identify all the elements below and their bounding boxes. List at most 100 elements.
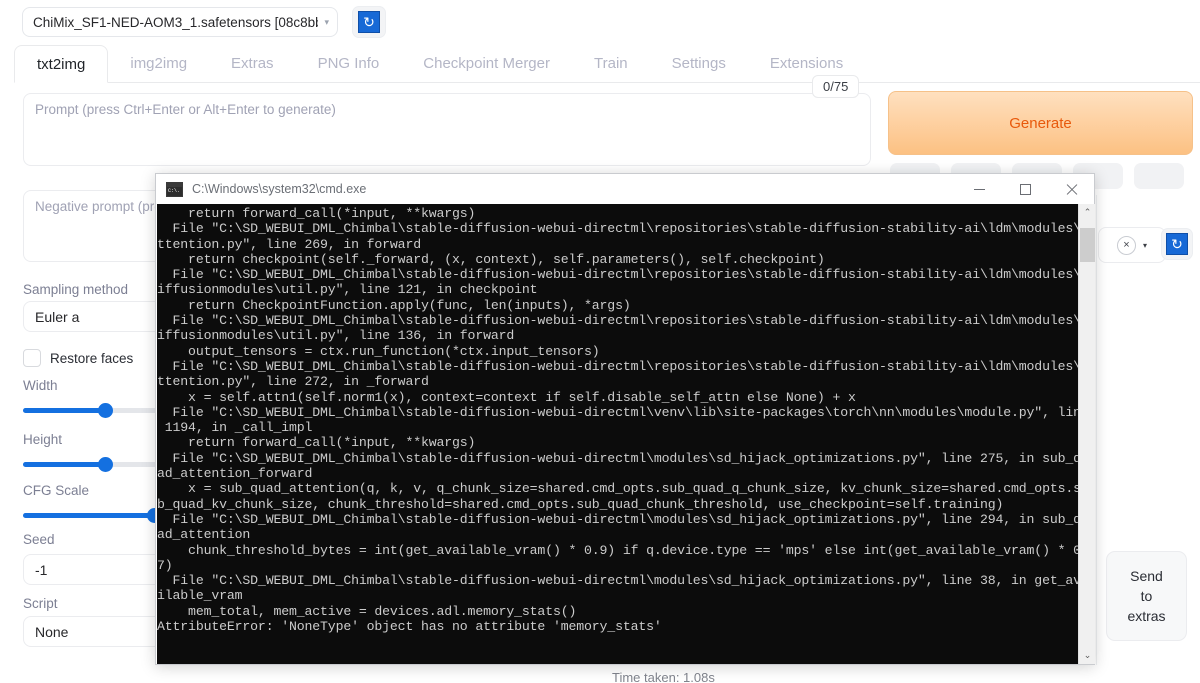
cfg-scale-label: CFG Scale: [23, 483, 90, 498]
restore-faces-label: Restore faces: [50, 350, 134, 366]
console-line: ad_attention: [157, 527, 251, 543]
cmd-window[interactable]: C:\. C:\Windows\system32\cmd.exe return …: [155, 173, 1095, 665]
console-line: output_tensors = ctx.run_function(*ctx.i…: [157, 343, 600, 359]
send-to-extras-button[interactable]: Send to extras: [1106, 551, 1187, 641]
console-line: File "C:\SD_WEBUI_DML_Chimbal\stable-dif…: [157, 313, 1078, 329]
console-line: return forward_call(*input, **kwargs): [157, 206, 476, 221]
console-line: mem_total, mem_active = devices.adl.memo…: [157, 603, 577, 619]
tab-png-info[interactable]: PNG Info: [296, 45, 402, 82]
cfg-slider-fill: [23, 513, 154, 518]
scroll-down-icon[interactable]: ⌄: [1079, 647, 1096, 664]
tab-txt2img[interactable]: txt2img: [14, 45, 109, 83]
width-slider-fill: [23, 408, 105, 413]
checkpoint-value: ChiMix_SF1-NED-AOM3_1.safetensors [08c8b…: [33, 14, 319, 30]
tab-extras[interactable]: Extras: [209, 45, 296, 82]
close-icon[interactable]: ×: [1116, 235, 1136, 255]
cmd-icon: C:\.: [166, 181, 183, 197]
restore-faces-checkbox[interactable]: [23, 349, 41, 367]
console-line: return CheckpointFunction.apply(func, le…: [157, 297, 631, 313]
console-line: ad_attention_forward: [157, 466, 313, 482]
console-line: File "C:\SD_WEBUI_DML_Chimbal\stable-dif…: [157, 573, 1078, 589]
token-counter: 0/75: [812, 75, 860, 98]
cmd-icon-body: C:\.: [167, 186, 182, 196]
window-buttons: [956, 174, 1094, 204]
app-root: ChiMix_SF1-NED-AOM3_1.safetensors [08c8b…: [0, 0, 1200, 683]
chevron-down-icon: ▾: [1142, 240, 1147, 250]
console-line: x = sub_quad_attention(q, k, v, q_chunk_…: [157, 481, 1078, 497]
model-selector-row: ChiMix_SF1-NED-AOM3_1.safetensors [08c8b…: [22, 6, 386, 38]
sampling-method-value: Euler a: [35, 308, 80, 325]
console-line: return forward_call(*input, **kwargs): [157, 435, 476, 451]
cmd-scrollbar[interactable]: ⌃ ⌄: [1078, 204, 1095, 664]
tab-label: Checkpoint Merger: [423, 55, 550, 72]
maximize-icon: [1019, 183, 1031, 195]
console-line: 1194, in _call_impl: [157, 420, 313, 436]
cmd-console-output[interactable]: return forward_call(*input, **kwargs) Fi…: [157, 204, 1078, 664]
script-value: None: [35, 623, 69, 640]
seed-label: Seed: [23, 532, 55, 547]
close-icon: [1065, 183, 1078, 196]
prompt-input[interactable]: Prompt (press Ctrl+Enter or Alt+Enter to…: [23, 93, 871, 166]
maximize-button[interactable]: [1002, 174, 1048, 204]
scroll-up-icon[interactable]: ⌃: [1079, 204, 1096, 221]
sampling-method-label: Sampling method: [23, 282, 129, 297]
minimize-icon: [973, 188, 985, 190]
right-panel-divider: [1096, 195, 1097, 665]
send-to-extras-line1: Send: [1130, 567, 1163, 584]
seed-value: -1: [35, 561, 48, 578]
restore-faces-row[interactable]: Restore faces: [23, 349, 133, 367]
refresh-checkpoints-button[interactable]: ↻: [352, 6, 386, 38]
tab-label: txt2img: [37, 55, 86, 73]
main-tabbar: txt2img img2img Extras PNG Info Checkpoi…: [14, 45, 1200, 83]
cmd-scrollbar-thumb[interactable]: [1080, 228, 1095, 262]
console-line: iffusionmodules\util.py", line 121, in c…: [157, 282, 538, 298]
tab-checkpoint-merger[interactable]: Checkpoint Merger: [401, 45, 572, 82]
height-slider-fill: [23, 462, 105, 467]
checkpoint-dropdown[interactable]: ChiMix_SF1-NED-AOM3_1.safetensors [08c8b…: [22, 7, 338, 37]
console-line: File "C:\SD_WEBUI_DML_Chimbal\stable-dif…: [157, 221, 1078, 237]
cmd-body: return forward_call(*input, **kwargs) Fi…: [157, 204, 1095, 664]
generate-label: Generate: [1009, 114, 1072, 132]
refresh-styles-button[interactable]: ↻: [1161, 228, 1193, 260]
console-line: File "C:\SD_WEBUI_DML_Chimbal\stable-dif…: [157, 511, 1078, 527]
console-line: File "C:\SD_WEBUI_DML_Chimbal\stable-dif…: [157, 450, 1078, 466]
console-line: File "C:\SD_WEBUI_DML_Chimbal\stable-dif…: [157, 267, 1078, 283]
console-line: b_quad_kv_chunk_size, chunk_threshold=sh…: [157, 496, 1004, 512]
send-to-extras-line3: extras: [1127, 608, 1166, 625]
console-line: x = self.attn1(self.norm1(x), context=co…: [157, 389, 856, 405]
styles-dropdown[interactable]: × ▾: [1098, 227, 1166, 263]
close-button[interactable]: [1048, 174, 1094, 204]
console-line: AttributeError: 'NoneType' object has no…: [157, 619, 662, 635]
console-line: ilable_vram: [157, 588, 243, 604]
clear-prompt-pill[interactable]: [1134, 163, 1184, 189]
prompt-placeholder: Prompt (press Ctrl+Enter or Alt+Enter to…: [35, 102, 336, 117]
height-slider-knob[interactable]: [98, 457, 113, 472]
cmd-titlebar[interactable]: C:\. C:\Windows\system32\cmd.exe: [156, 174, 1094, 204]
refresh-icon: ↻: [1166, 233, 1188, 255]
console-line: ttention.py", line 269, in forward: [157, 236, 421, 252]
send-to-extras-line2: to: [1140, 587, 1153, 604]
cmd-title-text: C:\Windows\system32\cmd.exe: [192, 182, 367, 196]
tab-label: PNG Info: [317, 55, 380, 72]
generate-button[interactable]: Generate: [888, 91, 1193, 155]
width-slider-knob[interactable]: [98, 403, 113, 418]
refresh-icon: ↻: [358, 11, 380, 33]
minimize-button[interactable]: [956, 174, 1002, 204]
background-time-text: Time taken: 1.08s: [612, 670, 715, 683]
console-line: File "C:\SD_WEBUI_DML_Chimbal\stable-dif…: [157, 358, 1078, 374]
height-label: Height: [23, 432, 63, 447]
chevron-down-icon: ▾: [324, 16, 329, 27]
tab-settings[interactable]: Settings: [650, 45, 748, 82]
console-line: ttention.py", line 272, in _forward: [157, 374, 429, 390]
script-label: Script: [23, 596, 58, 611]
console-line: File "C:\SD_WEBUI_DML_Chimbal\stable-dif…: [157, 404, 1078, 420]
width-label: Width: [23, 378, 58, 393]
tab-label: Extensions: [769, 55, 844, 72]
tab-label: Train: [594, 55, 628, 72]
tab-label: img2img: [130, 55, 188, 72]
console-line: chunk_threshold_bytes = int(get_availabl…: [157, 542, 1078, 558]
console-line: return checkpoint(self._forward, (x, con…: [157, 251, 825, 267]
tab-train[interactable]: Train: [572, 45, 650, 82]
console-line: iffusionmodules\util.py", line 136, in f…: [157, 328, 515, 344]
tab-img2img[interactable]: img2img: [108, 45, 209, 82]
